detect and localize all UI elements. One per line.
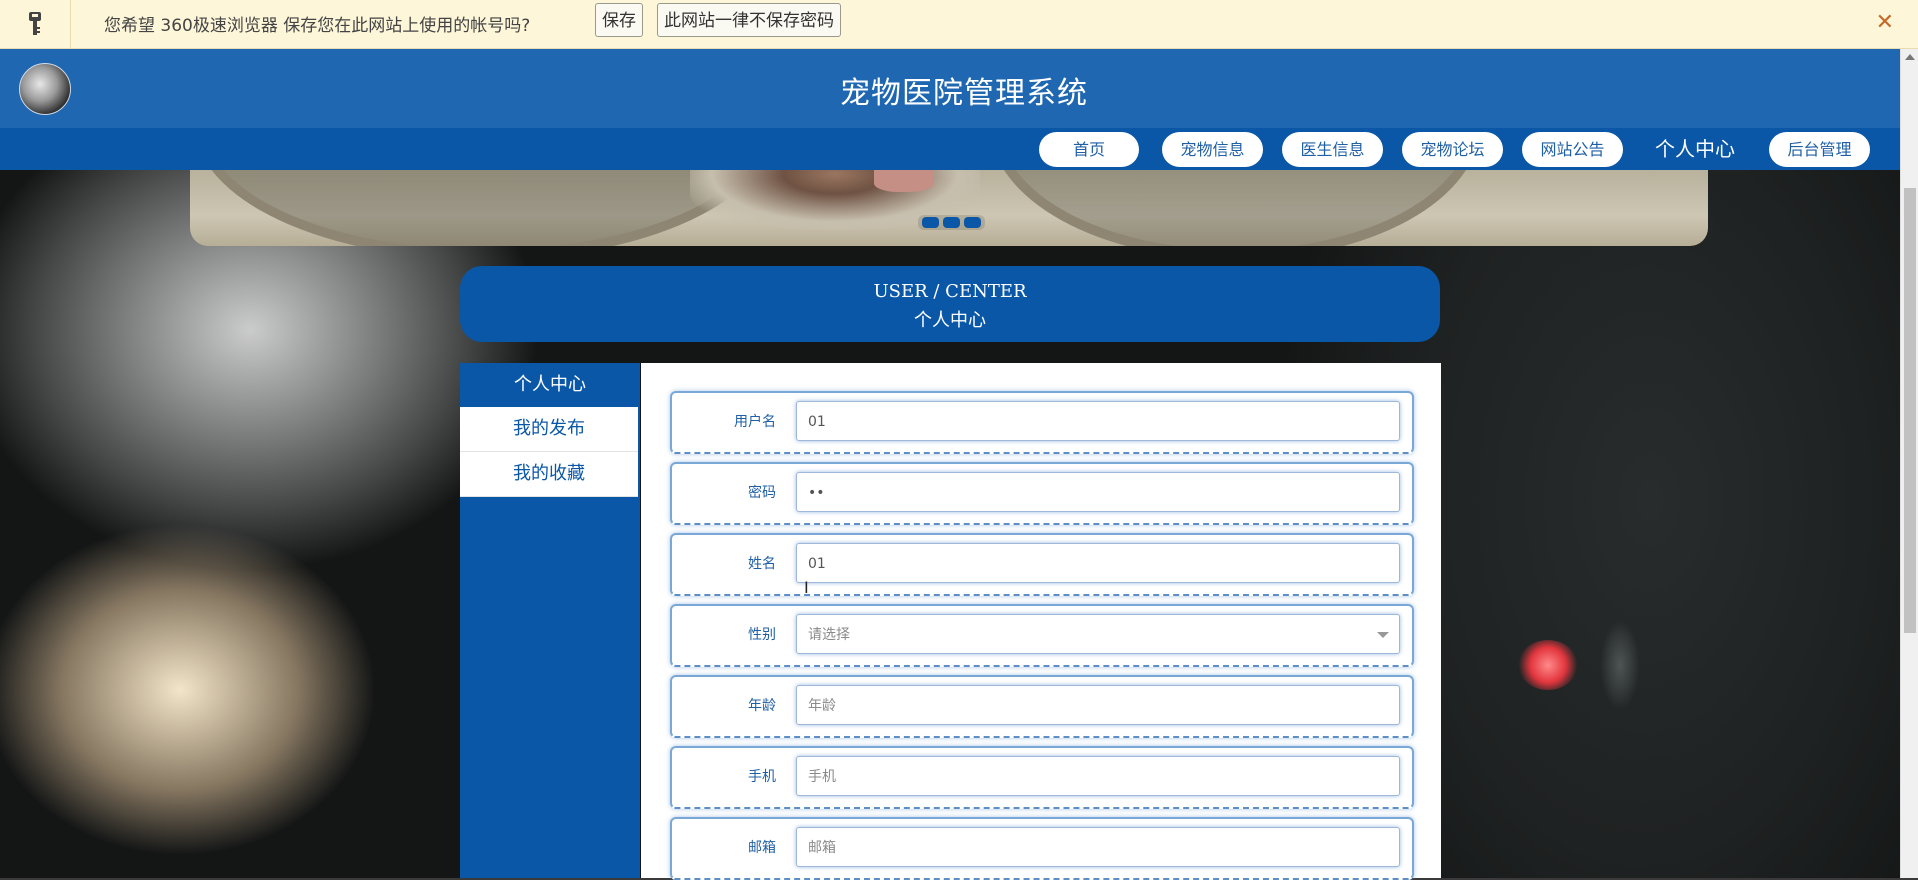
background-light-spot xyxy=(1518,640,1578,690)
user-center-title-en: USER / CENTER xyxy=(873,281,1027,302)
text-cursor-icon: I xyxy=(804,578,809,597)
phone-input[interactable]: 手机 xyxy=(796,756,1400,796)
carousel-dot[interactable] xyxy=(964,217,981,228)
nav-item-home[interactable]: 首页 xyxy=(1039,132,1139,167)
form-row-password: 密码 •• xyxy=(670,462,1414,525)
gender-select-value: 请选择 xyxy=(808,627,850,643)
form-row-email: 邮箱 邮箱 xyxy=(670,817,1414,880)
gender-label: 性别 xyxy=(748,627,776,643)
close-icon[interactable]: ✕ xyxy=(1876,10,1894,35)
scroll-up-icon[interactable] xyxy=(1905,54,1915,60)
profile-form: 用户名 01 密码 •• 姓名 01 性别 请选择 年龄 年龄 手机 手机 邮箱… xyxy=(641,363,1441,880)
phone-label: 手机 xyxy=(748,769,776,785)
email-label: 邮箱 xyxy=(748,840,776,856)
nav-item-pet-forum[interactable]: 宠物论坛 xyxy=(1402,132,1503,167)
side-item-user-center[interactable]: 个人中心 xyxy=(460,363,640,407)
side-item-my-favorites[interactable]: 我的收藏 xyxy=(460,452,638,497)
main-nav: 首页 宠物信息 医生信息 宠物论坛 网站公告 个人中心 后台管理 xyxy=(0,128,1900,170)
gender-select[interactable]: 请选择 xyxy=(796,614,1400,654)
never-save-password-button[interactable]: 此网站一律不保存密码 xyxy=(657,3,841,37)
username-label: 用户名 xyxy=(734,414,776,430)
form-row-username: 用户名 01 xyxy=(670,391,1414,454)
user-center-side-menu: 个人中心 我的发布 我的收藏 xyxy=(460,363,640,878)
nav-item-doctor-info[interactable]: 医生信息 xyxy=(1282,132,1383,167)
password-label: 密码 xyxy=(748,485,776,501)
banner-carousel xyxy=(190,170,1708,246)
side-item-my-posts[interactable]: 我的发布 xyxy=(460,407,638,452)
password-bar-message: 您希望 360极速浏览器 保存您在此网站上使用的帐号吗? xyxy=(104,16,531,36)
save-password-button[interactable]: 保存 xyxy=(595,3,643,37)
page-scrollbar[interactable] xyxy=(1900,48,1918,878)
password-input[interactable]: •• xyxy=(796,472,1400,512)
banner-cat-nose xyxy=(874,170,934,192)
email-input[interactable]: 邮箱 xyxy=(796,827,1400,867)
user-center-heading: USER / CENTER 个人中心 xyxy=(460,266,1440,342)
nav-item-announcement[interactable]: 网站公告 xyxy=(1522,132,1623,167)
banner-glasses-left xyxy=(195,170,775,246)
username-input[interactable]: 01 xyxy=(796,401,1400,441)
nav-item-admin[interactable]: 后台管理 xyxy=(1769,132,1870,167)
scrollbar-thumb[interactable] xyxy=(1904,188,1916,633)
form-row-phone: 手机 手机 xyxy=(670,746,1414,809)
site-header: 宠物医院管理系统 xyxy=(0,48,1900,128)
carousel-indicators xyxy=(918,215,985,230)
form-row-age: 年龄 年龄 xyxy=(670,675,1414,738)
banner-glasses-right xyxy=(990,170,1480,246)
name-input[interactable]: 01 xyxy=(796,543,1400,583)
carousel-dot[interactable] xyxy=(943,217,960,228)
name-label: 姓名 xyxy=(748,556,776,572)
form-row-gender: 性别 请选择 xyxy=(670,604,1414,667)
user-center-title-cn: 个人中心 xyxy=(914,310,986,331)
chevron-down-icon xyxy=(1377,632,1389,638)
site-title: 宠物医院管理系统 xyxy=(840,76,1088,111)
nav-item-user-center[interactable]: 个人中心 xyxy=(1644,132,1746,167)
password-save-bar: 您希望 360极速浏览器 保存您在此网站上使用的帐号吗? 保存 此网站一律不保存… xyxy=(0,0,1918,49)
age-label: 年龄 xyxy=(748,698,776,714)
carousel-dot[interactable] xyxy=(922,217,939,228)
form-row-name: 姓名 01 xyxy=(670,533,1414,596)
age-input[interactable]: 年龄 xyxy=(796,685,1400,725)
nav-item-pet-info[interactable]: 宠物信息 xyxy=(1162,132,1263,167)
background-blur xyxy=(1600,620,1640,710)
key-icon xyxy=(0,0,71,48)
